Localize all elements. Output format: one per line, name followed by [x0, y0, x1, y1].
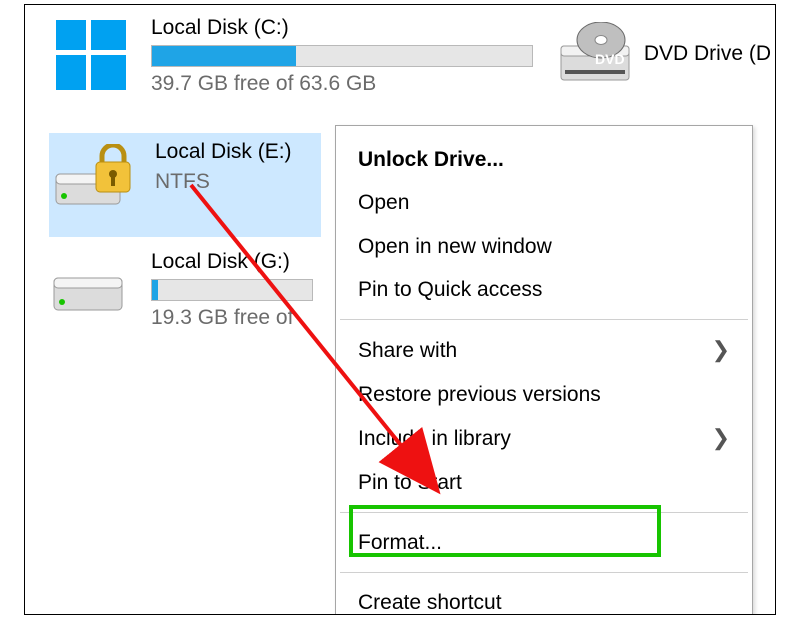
menu-pin-start-label: Pin to Start	[358, 469, 462, 496]
menu-format-label: Format...	[358, 529, 442, 556]
menu-shortcut-label: Create shortcut	[358, 589, 502, 615]
dvd-drive-icon: DVD	[556, 19, 634, 89]
drive-g-name: Local Disk (G:)	[151, 249, 313, 275]
drive-dvd-name: DVD Drive (D	[644, 41, 771, 67]
windows-icon	[45, 15, 137, 95]
drive-e-name: Local Disk (E:)	[155, 139, 292, 165]
menu-open-new-window[interactable]: Open in new window	[336, 225, 752, 268]
drive-e-row[interactable]: Local Disk (E:) NTFS	[49, 133, 321, 237]
drive-g-row[interactable]: Local Disk (G:) 19.3 GB free of	[45, 249, 313, 332]
menu-include-label: Include in library	[358, 425, 511, 452]
menu-open-new-window-label: Open in new window	[358, 233, 552, 260]
menu-unlock-drive[interactable]: Unlock Drive...	[336, 138, 752, 181]
menu-include-library[interactable]: Include in library ❯	[336, 416, 752, 461]
drive-c-usage-bar	[151, 45, 533, 67]
file-explorer-panel: Local Disk (C:) 39.7 GB free of 63.6 GB …	[24, 4, 776, 615]
menu-restore-previous[interactable]: Restore previous versions	[336, 373, 752, 416]
hdd-icon	[45, 249, 137, 329]
drive-g-usage-bar	[151, 279, 313, 301]
menu-share-with[interactable]: Share with ❯	[336, 328, 752, 373]
menu-open-label: Open	[358, 189, 409, 216]
drive-g-free: 19.3 GB free of	[151, 305, 313, 331]
menu-separator	[340, 319, 748, 320]
menu-restore-label: Restore previous versions	[358, 381, 601, 408]
menu-separator	[340, 512, 748, 513]
drive-e-fs: NTFS	[155, 169, 292, 195]
drive-dvd-row[interactable]: DVD DVD Drive (D	[556, 19, 771, 89]
drive-c-name: Local Disk (C:)	[151, 15, 533, 41]
chevron-right-icon: ❯	[712, 424, 730, 453]
menu-create-shortcut[interactable]: Create shortcut	[336, 581, 752, 615]
menu-separator	[340, 572, 748, 573]
drive-c-row[interactable]: Local Disk (C:) 39.7 GB free of 63.6 GB	[45, 15, 533, 98]
menu-pin-to-start[interactable]: Pin to Start	[336, 461, 752, 504]
menu-share-label: Share with	[358, 337, 457, 364]
locked-drive-icon	[49, 139, 141, 219]
menu-pin-qa-label: Pin to Quick access	[358, 276, 542, 303]
drive-c-free: 39.7 GB free of 63.6 GB	[151, 71, 533, 97]
chevron-right-icon: ❯	[712, 336, 730, 365]
menu-pin-quick-access[interactable]: Pin to Quick access	[336, 268, 752, 311]
svg-text:DVD: DVD	[595, 51, 625, 67]
context-menu: Unlock Drive... Open Open in new window …	[335, 125, 753, 615]
menu-open[interactable]: Open	[336, 181, 752, 224]
menu-unlock-label: Unlock Drive...	[358, 146, 504, 173]
menu-format[interactable]: Format...	[336, 521, 752, 564]
